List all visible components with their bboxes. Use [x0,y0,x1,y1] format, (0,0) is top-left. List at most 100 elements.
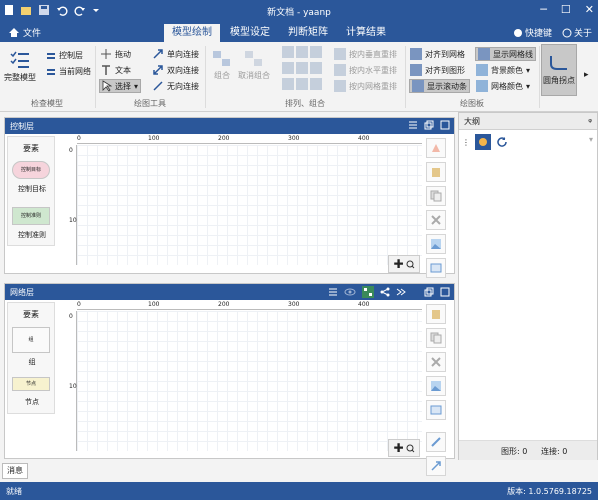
network-icon [46,67,56,77]
select-button[interactable]: 选择 ▾ [99,79,142,93]
network-view-icon[interactable] [362,286,374,298]
pencil-icon [430,436,442,448]
rounded-corner-button[interactable]: 圆角拐点 [541,44,577,96]
group-button[interactable]: 组合 [212,50,232,81]
align-left-icon[interactable] [282,46,294,58]
maximize-panel-icon[interactable] [440,287,450,297]
grid-space-button[interactable]: 按内网格重排 [334,80,397,92]
zoom-button[interactable]: ✚ [388,439,420,457]
show-grid-toggle[interactable]: 显示网格线 [475,47,536,61]
h-space-button[interactable]: 按内水平重排 [334,64,397,76]
drag-button[interactable]: 拖动 [100,48,131,60]
align-shape-button[interactable]: 对齐到图形 [410,64,465,76]
flow-icon[interactable] [396,287,406,297]
search-icon [406,260,415,269]
network-side-tools [426,304,448,476]
pin-icon[interactable]: ᵩ [588,115,592,125]
control-canvas[interactable] [77,145,422,265]
tab-model-settings[interactable]: 模型设定 [222,24,278,42]
shortcut-label: 快捷键 [524,29,552,39]
align-middle-icon[interactable] [296,62,308,74]
tool-image-button[interactable] [426,234,446,254]
tool-copy-button[interactable] [426,328,446,348]
menu-icon[interactable] [408,120,418,130]
tool-arrow-button[interactable] [426,456,446,476]
check-model-label: 完整模型 [4,73,36,82]
tool-export-button[interactable] [426,258,446,278]
tool-export-button[interactable] [426,400,446,420]
message-tab[interactable]: 消息 [2,463,28,479]
ruler-tick-label: 200 [218,301,230,308]
menu-icon[interactable] [328,287,338,297]
ruler-tick-label: 0 [69,313,73,320]
ruler-tick-label: 0 [77,135,81,142]
tab-model-draw[interactable]: 模型绘制 [164,24,220,42]
close-button[interactable]: ✕ [585,3,594,16]
eye-icon[interactable] [344,287,356,297]
network-outline-icon[interactable] [475,134,491,150]
grid-space-label: 按内网格重排 [349,81,397,91]
same-width-icon[interactable] [282,78,294,90]
scrollbar-icon [412,80,424,92]
tool-line-button[interactable] [426,432,446,452]
tool-paste-button[interactable] [426,304,446,324]
one-way-link-button[interactable]: 单向连接 [152,48,199,60]
restore-icon[interactable] [424,287,434,297]
same-size-icon[interactable] [310,78,322,90]
one-way-label: 单向连接 [167,49,199,59]
control-layer-button[interactable]: 控制层 [46,50,83,61]
about-button[interactable]: 关于 [562,26,592,39]
group-icon [212,50,232,68]
tool-image-button[interactable] [426,376,446,396]
minimize-button[interactable]: ─ [540,3,547,16]
more-icon[interactable]: ⋮ [462,138,470,147]
tool-shapes-button[interactable] [426,138,446,158]
tab-judgment-matrix[interactable]: 判断矩阵 [280,24,336,42]
control-rule-shape[interactable]: 控制准则 [12,207,50,225]
shape-align-icon [410,64,422,76]
ungroup-button[interactable]: 取消组合 [238,50,270,81]
same-height-icon[interactable] [296,78,308,90]
shortcut-button[interactable]: 快捷键 [513,26,552,39]
tool-delete-button[interactable] [426,210,446,230]
show-grid-label: 显示网格线 [493,49,533,59]
export-icon [430,404,442,416]
tool-copy-button[interactable] [426,186,446,206]
about-label: 关于 [573,29,592,39]
tab-results[interactable]: 计算结果 [338,24,394,42]
control-target-shape[interactable]: 控制目标 [12,161,50,179]
ribbon-scroll-right-icon[interactable]: ▸ [584,70,589,80]
outline-dropdown-icon[interactable]: ▾ [589,135,593,144]
arrange-icons [282,62,322,74]
cursor-icon [102,80,112,92]
align-grid-button[interactable]: 对齐到网格 [410,48,465,60]
current-grid-button[interactable]: 当前网络 [46,66,91,77]
refresh-icon[interactable] [496,136,508,148]
network-canvas[interactable] [77,311,422,451]
tool-delete-button[interactable] [426,352,446,372]
group-shape[interactable]: 组 [12,327,50,353]
tool-paste-button[interactable] [426,162,446,182]
file-tab[interactable]: 文件 [8,26,41,39]
vertical-ruler: 0 100 [68,145,80,265]
maximize-panel-icon[interactable] [440,120,450,130]
restore-icon[interactable] [424,120,434,130]
align-top-icon[interactable] [282,62,294,74]
align-bottom-icon[interactable] [310,62,322,74]
no-direction-link-button[interactable]: 无向连接 [152,80,199,92]
node-shape[interactable]: 节点 [12,377,50,391]
zoom-button[interactable]: ✚ [388,255,420,273]
check-model-button[interactable]: 完整模型 [4,50,36,83]
background-color-button[interactable]: 背景颜色 ▾ [476,64,530,76]
share-icon[interactable] [380,287,390,297]
v-space-button[interactable]: 按内垂直重排 [334,48,397,60]
text-button[interactable]: 文本 [100,64,131,76]
maximize-button[interactable]: ☐ [561,3,571,16]
align-center-icon[interactable] [296,46,308,58]
grid-color-button[interactable]: 网格颜色 ▾ [476,80,530,92]
panel-buttons [408,120,450,130]
h-space-label: 按内水平重排 [349,65,397,75]
align-right-icon[interactable] [310,46,322,58]
show-scrollbar-toggle[interactable]: 显示滚动条 [409,79,470,93]
two-way-link-button[interactable]: 双向连接 [152,64,199,76]
